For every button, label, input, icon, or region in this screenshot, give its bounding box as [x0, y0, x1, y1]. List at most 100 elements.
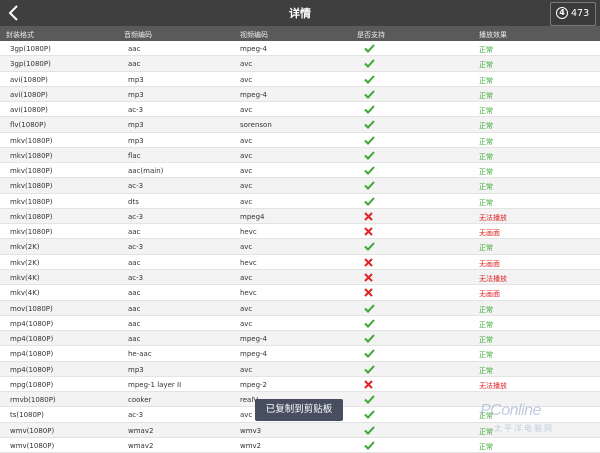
cell-container: 3gp(1080P) [10, 45, 51, 53]
cell-effect: 无画面 [479, 290, 500, 299]
cell-audio: mpeg-1 layer II [128, 380, 182, 389]
checkmark-icon [364, 120, 375, 131]
cell-audio: ac-3 [128, 273, 144, 282]
cell-container: mkv(2K) [10, 243, 40, 252]
cell-video: hevc [240, 228, 257, 237]
cell-container: mp4(1080P) [10, 350, 54, 359]
cell-container: flv(1080P) [10, 121, 47, 130]
table-row[interactable]: mkv(4K) aac hevc 无画面 [0, 285, 600, 301]
cell-audio: he-aac [128, 350, 152, 359]
cell-audio: mp3 [128, 121, 144, 130]
cell-audio: aac [128, 228, 141, 237]
checkmark-icon [364, 334, 375, 345]
checkmark-icon [364, 410, 375, 421]
cross-icon [364, 288, 373, 299]
cell-video: avc [240, 304, 253, 313]
cell-container: mkv(2K) [10, 258, 40, 267]
cell-audio: wmav2 [128, 426, 154, 435]
table-row[interactable]: mp4(1080P) he-aac mpeg-4 正常 [0, 346, 600, 362]
cell-container: mp4(1080P) [10, 319, 54, 328]
table-row[interactable]: mp4(1080P) aac avc 正常 [0, 316, 600, 332]
cell-container: mkv(1080P) [10, 212, 53, 221]
checkmark-icon [364, 395, 375, 406]
table-row[interactable]: mov(1080P) aac avc 正常 [0, 300, 600, 316]
table-row[interactable]: mpg(1080P) mpeg-1 layer II mpeg-2 无法播放 [0, 377, 600, 393]
table-row[interactable]: mkv(2K) aac hevc 无画面 [0, 255, 600, 270]
table-row[interactable]: avi(1080P) ac-3 avc 正常 [0, 102, 600, 118]
table-row[interactable]: flv(1080P) mp3 sorenson 正常 [0, 117, 600, 133]
table-row[interactable]: mkv(1080P) ac-3 mpeg4 无法播放 [0, 208, 600, 225]
cell-container: avi(1080P) [10, 106, 48, 115]
checkmark-icon [364, 74, 375, 86]
cell-audio: aac [128, 289, 141, 298]
cell-container: avi(1080P) [10, 75, 48, 84]
table-row[interactable]: 3gp(1080P) aac avc 正常 [0, 56, 600, 72]
cell-audio: dts [128, 197, 139, 206]
cell-container: mkv(4K) [10, 273, 40, 282]
table-row[interactable]: wmv(1080P) wmav2 wmv2 正常 [0, 438, 600, 453]
cell-container: avi(1080P) [10, 90, 48, 99]
cell-video: wmv3 [240, 426, 262, 435]
cell-video: avc [240, 197, 253, 206]
cell-video: avc [240, 151, 253, 160]
col-header-audio: 音频编码 [124, 31, 152, 39]
cell-video: mpeg4 [240, 212, 265, 221]
checkmark-icon [364, 90, 375, 101]
table-row[interactable]: mkv(1080P) aac hevc 无画面 [0, 224, 600, 240]
table-row[interactable]: mkv(1080P) ac-3 avc 正常 [0, 178, 600, 194]
cell-video: avc [240, 60, 253, 69]
cell-effect: 无法播放 [479, 213, 507, 222]
table-row[interactable]: avi(1080P) mp3 avc 正常 [0, 72, 600, 87]
cell-effect: 正常 [479, 122, 493, 131]
cell-video: avc [240, 319, 253, 328]
cell-container: mp4(1080P) [10, 365, 54, 374]
checkmark-icon [364, 59, 375, 70]
table-row[interactable]: 3gp(1080P) aac mpeg-4 正常 [0, 41, 600, 57]
cell-audio: aac [128, 60, 141, 69]
table-row[interactable]: mkv(4K) ac-3 avc 无法播放 [0, 269, 600, 286]
table-row[interactable]: mp4(1080P) aac mpeg-4 正常 [0, 331, 600, 347]
checkmark-icon [364, 135, 375, 147]
cell-effect: 正常 [479, 107, 493, 116]
checkmark-icon [364, 181, 375, 192]
cell-video: mpeg-4 [240, 335, 267, 344]
cell-audio: ac-3 [128, 106, 144, 115]
table-row[interactable]: mkv(1080P) dts avc 正常 [0, 194, 600, 209]
table-row[interactable]: mkv(2K) ac-3 avc 正常 [0, 239, 600, 255]
cell-video: mpeg-4 [240, 90, 267, 99]
cell-container: mkv(1080P) [10, 197, 53, 206]
col-header-video: 视频编码 [240, 31, 268, 39]
cell-video: avc [240, 243, 253, 252]
cell-video: avc [240, 411, 253, 420]
table-row[interactable]: mkv(1080P) mp3 avc 正常 [0, 133, 600, 148]
table-row[interactable]: avi(1080P) mp3 mpeg-4 正常 [0, 86, 600, 103]
table-row[interactable]: mp4(1080P) mp3 avc 正常 [0, 361, 600, 377]
score-badge[interactable]: 4 473 [550, 2, 596, 26]
table-row[interactable]: mkv(1080P) aac(main) avc 正常 [0, 163, 600, 179]
cell-video: avc [240, 75, 253, 84]
cell-audio: wmav2 [128, 441, 154, 450]
table-row[interactable]: mkv(1080P) flac avc 正常 [0, 147, 600, 164]
cell-container: mpg(1080P) [10, 380, 54, 389]
cross-icon [364, 212, 373, 223]
cell-effect: 正常 [479, 244, 493, 253]
cross-icon [364, 258, 373, 269]
cell-container: mkv(1080P) [10, 182, 53, 191]
checkmark-icon [364, 364, 375, 376]
cell-video: wmv2 [240, 441, 262, 450]
cell-effect: 正常 [479, 137, 493, 146]
cell-container: mkv(1080P) [10, 136, 53, 145]
col-header-container: 封装格式 [6, 31, 34, 39]
cell-effect: 无画面 [479, 259, 500, 268]
checkmark-icon [364, 303, 375, 315]
cell-container: mkv(4K) [10, 289, 40, 298]
cell-video: hevc [240, 258, 257, 267]
cell-effect: 正常 [479, 320, 493, 329]
checkmark-icon [364, 44, 375, 55]
title-bar: 详情 4 473 [0, 0, 600, 26]
cell-video: avc [240, 167, 253, 176]
cell-container: mkv(1080P) [10, 167, 53, 176]
checkmark-icon [364, 166, 375, 177]
cross-icon [364, 227, 373, 238]
cell-video: avc [240, 106, 253, 115]
